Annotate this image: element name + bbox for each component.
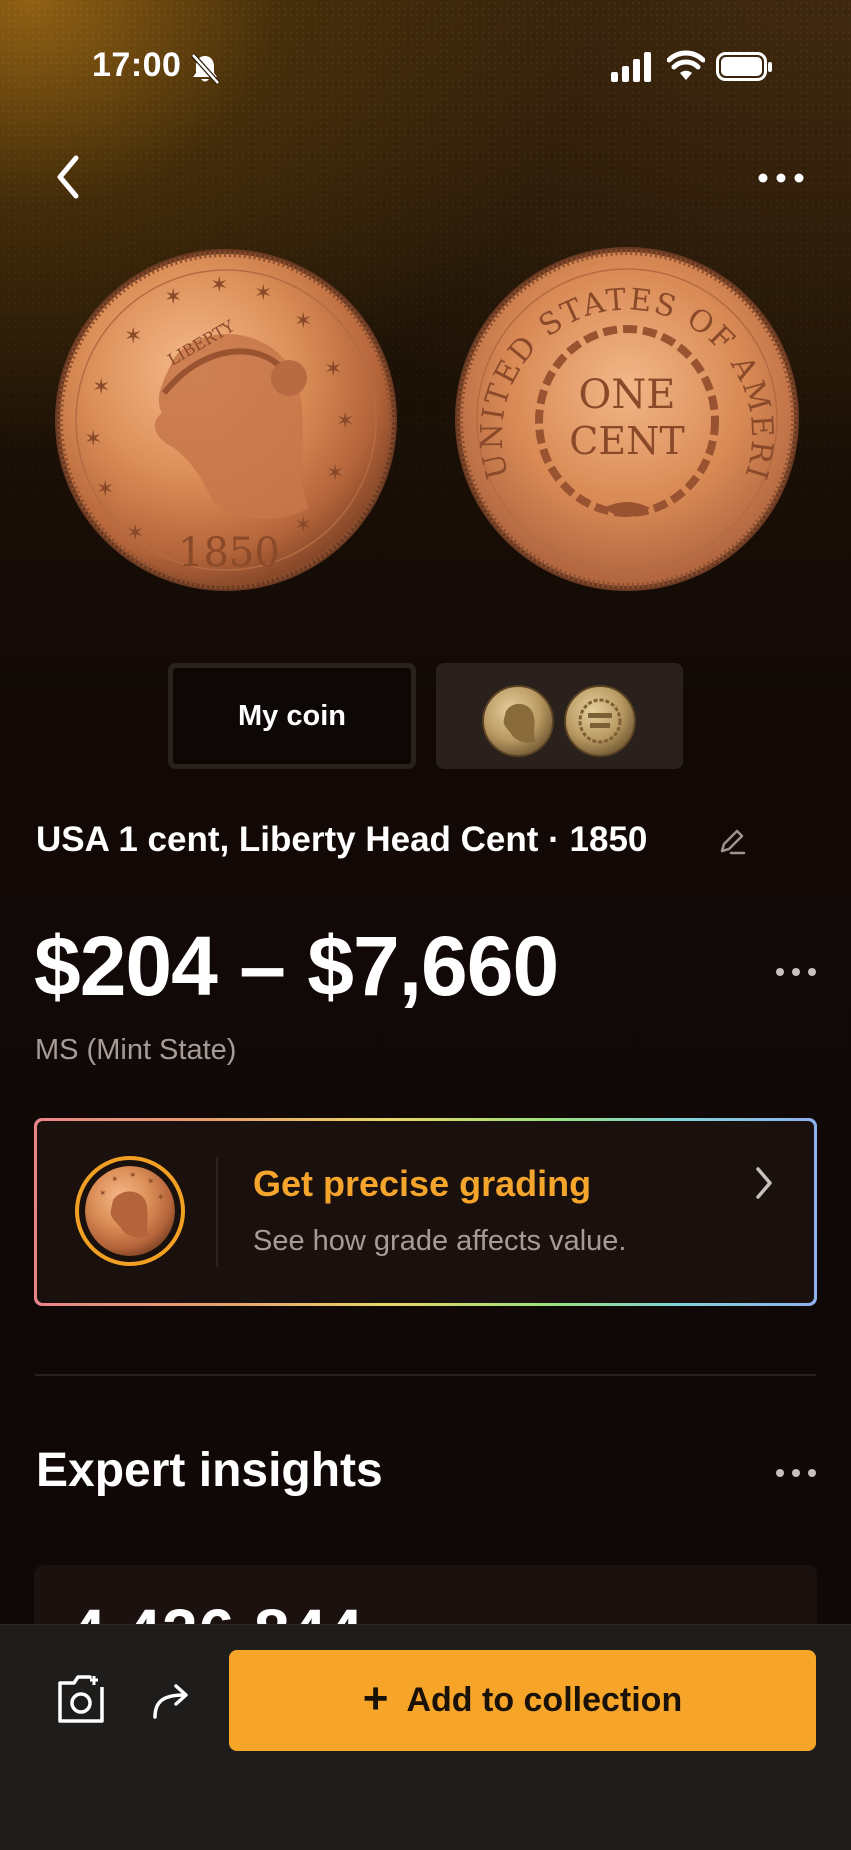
svg-text:✶: ✶	[147, 1176, 155, 1186]
grading-subtitle: See how grade affects value.	[253, 1225, 627, 1257]
chevron-right-icon	[756, 1167, 772, 1199]
coin-title: USA 1 cent, Liberty Head Cent · 1850	[36, 820, 648, 859]
svg-text:✶: ✶	[294, 512, 312, 537]
svg-text:✶: ✶	[294, 308, 312, 333]
bottom-action-bar: + Add to collection	[0, 1624, 851, 1850]
reference-reverse-thumbnail	[564, 685, 636, 757]
svg-text:✶: ✶	[129, 1170, 137, 1180]
svg-text:✶: ✶	[326, 460, 344, 485]
svg-text:✶: ✶	[210, 272, 228, 297]
svg-text:1850: 1850	[178, 530, 280, 576]
coin-reverse-image: UNITED STATES OF AMERICA ONE CENT	[454, 246, 799, 591]
svg-text:✶: ✶	[254, 280, 272, 305]
add-to-collection-label: Add to collection	[406, 1681, 683, 1719]
precise-grading-card[interactable]: ✶ ✶ ✶ ✶ ✶ Get precise grading See how grade …	[34, 1118, 817, 1306]
cellular-signal-icon	[611, 52, 651, 82]
grading-title: Get precise grading	[253, 1163, 592, 1204]
insights-title: Expert insights	[36, 1444, 383, 1497]
svg-text:✶: ✶	[99, 1188, 107, 1198]
pencil-icon[interactable]	[717, 826, 747, 856]
svg-text:CENT: CENT	[569, 419, 684, 463]
svg-text:✶: ✶	[164, 284, 182, 309]
wifi-icon	[667, 50, 705, 80]
camera-icon[interactable]	[56, 1673, 106, 1725]
ellipsis-icon[interactable]	[774, 962, 818, 982]
svg-text:✶: ✶	[84, 426, 102, 451]
grading-coin-thumbnail: ✶ ✶ ✶ ✶ ✶	[75, 1156, 185, 1266]
svg-text:✶: ✶	[126, 520, 144, 545]
ellipsis-icon[interactable]	[756, 166, 806, 190]
plus-icon: +	[362, 1673, 389, 1723]
svg-text:✶: ✶	[96, 476, 114, 501]
status-time: 17:00	[92, 46, 182, 84]
section-divider	[35, 1374, 816, 1376]
my-coin-toggle[interactable]: My coin	[168, 663, 416, 769]
coin-obverse-image: ✶ ✶ ✶ ✶ ✶ ✶ ✶ ✶ ✶ ✶ ✶ ✶ ✶ LIBERTY 1850	[55, 249, 397, 591]
price-range: $204 – $7,660	[34, 919, 559, 1013]
reference-images-toggle[interactable]	[436, 663, 683, 769]
bell-slash-icon	[191, 53, 220, 85]
svg-text:✶: ✶	[336, 408, 354, 433]
svg-text:✶: ✶	[157, 1192, 165, 1202]
divider	[216, 1157, 218, 1267]
chevron-left-icon[interactable]	[50, 152, 90, 202]
my-coin-label: My coin	[238, 699, 346, 732]
reference-obverse-thumbnail	[482, 685, 554, 757]
svg-text:✶: ✶	[111, 1174, 119, 1184]
svg-text:✶: ✶	[324, 356, 342, 381]
add-to-collection-button[interactable]: + Add to collection	[229, 1650, 816, 1751]
ellipsis-icon[interactable]	[774, 1463, 818, 1483]
battery-icon	[716, 52, 772, 81]
svg-text:ONE: ONE	[579, 372, 676, 418]
svg-text:✶: ✶	[124, 323, 142, 348]
share-arrow-icon[interactable]	[150, 1679, 194, 1721]
grade-label: MS (Mint State)	[35, 1034, 237, 1066]
svg-text:✶: ✶	[92, 374, 110, 399]
